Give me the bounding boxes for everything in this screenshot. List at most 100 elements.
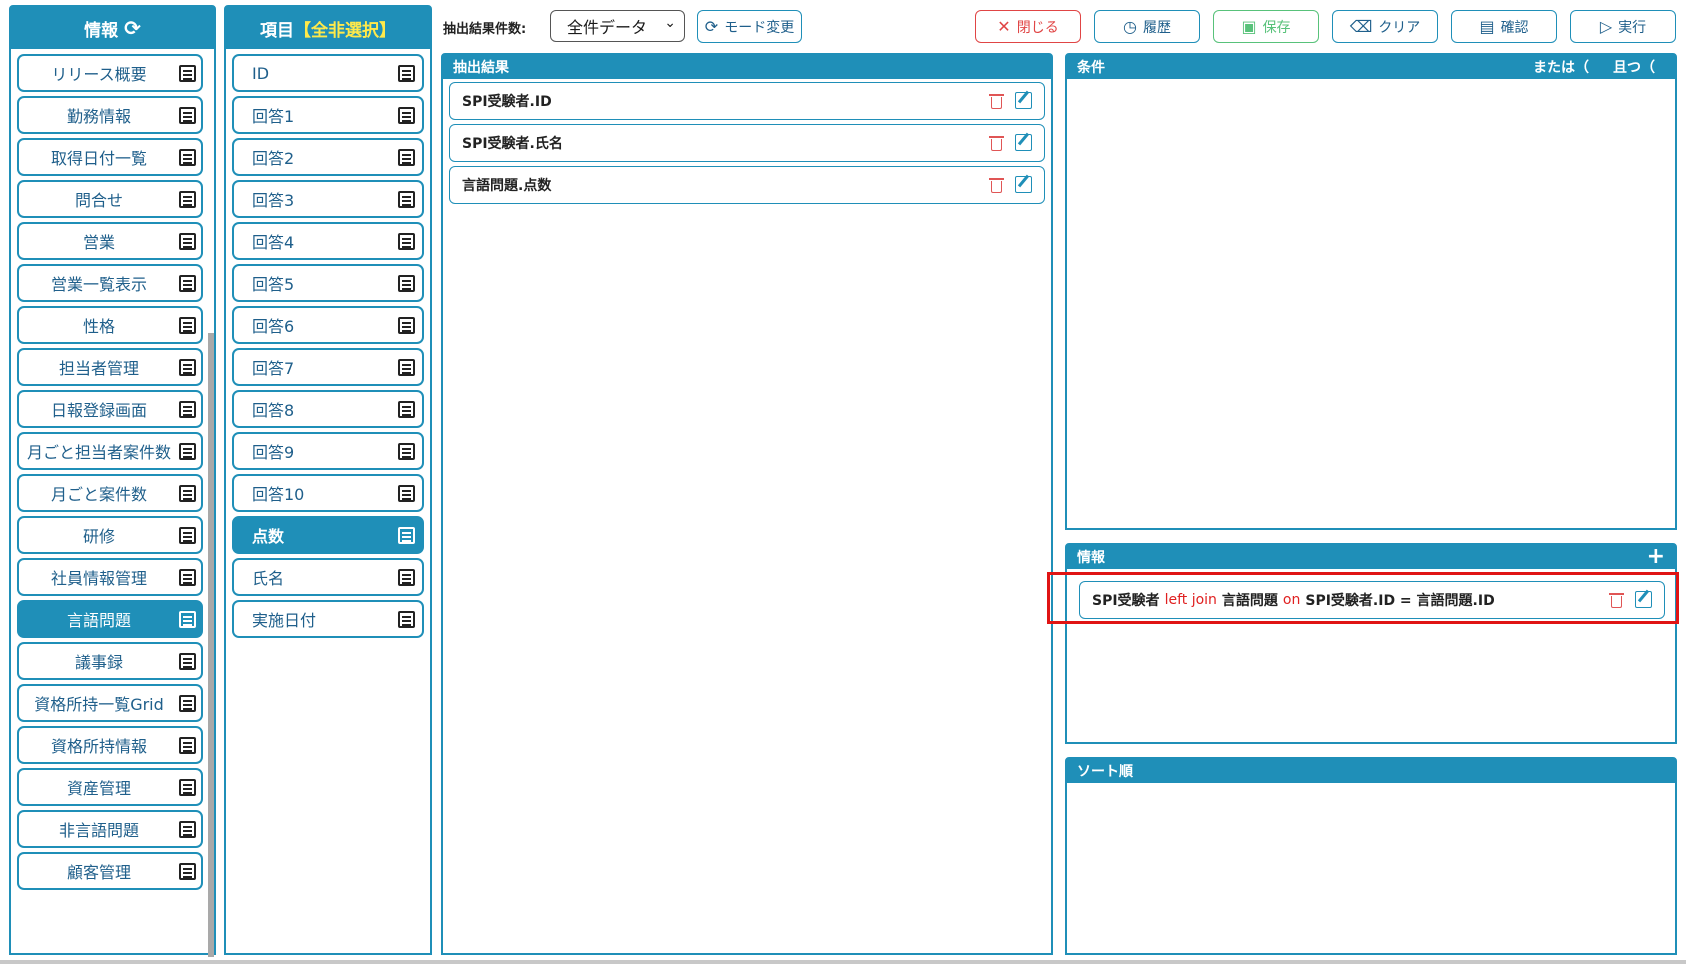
- table-list-item[interactable]: 研修: [17, 516, 203, 554]
- trash-icon[interactable]: [988, 92, 1005, 110]
- field-list-title: 項目: [260, 20, 294, 41]
- field-list-item[interactable]: 回答2: [232, 138, 424, 176]
- field-list-item[interactable]: 回答1: [232, 96, 424, 134]
- trash-icon[interactable]: [988, 134, 1005, 152]
- table-list-item[interactable]: リリース概要: [17, 54, 203, 92]
- add-icon[interactable]: +: [1647, 546, 1665, 568]
- table-list-item[interactable]: 問合せ: [17, 180, 203, 218]
- table-list-item[interactable]: 議事録: [17, 642, 203, 680]
- result-count-select[interactable]: 全件データ ⌄: [550, 10, 685, 42]
- table-list-item-label: リリース概要: [51, 65, 147, 84]
- field-list-item[interactable]: 回答10: [232, 474, 424, 512]
- table-list-item-label: 日報登録画面: [50, 401, 147, 420]
- extract-result-row[interactable]: 言語問題.点数: [449, 166, 1045, 204]
- document-icon: [179, 443, 196, 460]
- edit-icon[interactable]: [1015, 176, 1032, 193]
- clear-button[interactable]: ⌫ クリア: [1332, 10, 1438, 43]
- field-list-item[interactable]: 回答3: [232, 180, 424, 218]
- document-icon: [398, 191, 415, 208]
- deselect-all-link[interactable]: 【全非選択】: [294, 16, 396, 41]
- field-list-panel: 項目 【全非選択】 ID 回答1 回答2 回答3 回答4 回答5 回答6 回答7 回答8 回答9 回答…: [224, 5, 432, 955]
- close-button[interactable]: ✕ 閉じる: [975, 10, 1081, 43]
- sort-order-panel: ソート順: [1065, 757, 1677, 955]
- table-list-item-label: 議事録: [74, 653, 123, 672]
- run-button[interactable]: ▷ 実行: [1570, 10, 1676, 43]
- mode-change-button[interactable]: ⟳ モード変更: [697, 10, 802, 43]
- table-list-item-label: 非言語問題: [58, 821, 139, 840]
- result-count-value: 全件データ: [567, 18, 648, 37]
- field-list-item-label: 実施日付: [252, 611, 317, 630]
- field-list-item[interactable]: 回答9: [232, 432, 424, 470]
- field-list-item-label: 回答8: [252, 401, 295, 420]
- table-list-item[interactable]: 性格: [17, 306, 203, 344]
- and-group-button[interactable]: 且つ（: [1613, 57, 1655, 77]
- table-list-item[interactable]: 非言語問題: [17, 810, 203, 848]
- field-list-item-label: 回答7: [252, 359, 295, 378]
- confirm-button[interactable]: ▤ 確認: [1451, 10, 1557, 43]
- document-icon: [398, 569, 415, 586]
- table-list-item-label: 研修: [82, 527, 115, 546]
- field-list-item[interactable]: 回答8: [232, 390, 424, 428]
- table-list-item[interactable]: 顧客管理: [17, 852, 203, 890]
- document-icon: [179, 653, 196, 670]
- table-list-item[interactable]: 担当者管理: [17, 348, 203, 386]
- document-icon: [179, 863, 196, 880]
- table-list-scrollbar[interactable]: [208, 333, 214, 957]
- field-list-item[interactable]: 点数: [232, 516, 424, 554]
- document-icon: [179, 611, 196, 628]
- table-list-item[interactable]: 日報登録画面: [17, 390, 203, 428]
- document-icon: [398, 359, 415, 376]
- field-list-item[interactable]: 回答4: [232, 222, 424, 260]
- sort-order-header: ソート順: [1067, 759, 1675, 783]
- table-list-item[interactable]: 言語問題: [17, 600, 203, 638]
- save-button[interactable]: ▣ 保存: [1213, 10, 1319, 43]
- join-info-title: 情報: [1077, 550, 1105, 566]
- table-list-item-label: 資格所持情報: [50, 737, 147, 756]
- document-icon: [398, 65, 415, 82]
- join-info-header: 情報 +: [1067, 545, 1675, 569]
- field-list-item-label: 回答9: [252, 443, 295, 462]
- field-list-item-label: 回答5: [252, 275, 295, 294]
- extract-result-label: SPI受験者.ID: [462, 94, 552, 110]
- field-list-item[interactable]: ID: [232, 54, 424, 92]
- table-list-item-label: 月ごと担当者案件数: [26, 443, 171, 462]
- extract-result-row[interactable]: SPI受験者.ID: [449, 82, 1045, 120]
- extract-result-panel: 抽出結果 SPI受験者.ID SPI受験者.氏名 言語問題.点数: [441, 53, 1053, 955]
- field-list-item[interactable]: 回答5: [232, 264, 424, 302]
- field-list-item[interactable]: 氏名: [232, 558, 424, 596]
- table-list-item[interactable]: 資格所持情報: [17, 726, 203, 764]
- table-list-item[interactable]: 月ごと案件数: [17, 474, 203, 512]
- table-list-item-label: 担当者管理: [58, 359, 139, 378]
- table-list-item[interactable]: 取得日付一覧: [17, 138, 203, 176]
- table-list-item[interactable]: 資産管理: [17, 768, 203, 806]
- field-list-item[interactable]: 回答6: [232, 306, 424, 344]
- table-list-item[interactable]: 営業: [17, 222, 203, 260]
- history-button[interactable]: ◷ 履歴: [1094, 10, 1200, 43]
- document-icon: [398, 149, 415, 166]
- edit-icon[interactable]: [1015, 92, 1032, 109]
- field-list-item[interactable]: 実施日付: [232, 600, 424, 638]
- or-group-button[interactable]: または（: [1533, 57, 1589, 77]
- table-list-item[interactable]: 月ごと担当者案件数: [17, 432, 203, 470]
- edit-icon[interactable]: [1015, 134, 1032, 151]
- table-list-item[interactable]: 社員情報管理: [17, 558, 203, 596]
- document-icon: [179, 275, 196, 292]
- clock-icon: ◷: [1123, 17, 1137, 36]
- table-list-item[interactable]: 勤務情報: [17, 96, 203, 134]
- document-icon: [179, 107, 196, 124]
- broom-icon: ⌫: [1349, 17, 1373, 36]
- table-list-item-label: 営業一覧表示: [50, 275, 147, 294]
- mode-change-label: モード変更: [724, 19, 795, 36]
- table-list-item-label: 顧客管理: [66, 863, 131, 882]
- field-list-item[interactable]: 回答7: [232, 348, 424, 386]
- trash-icon[interactable]: [988, 176, 1005, 194]
- document-icon: [398, 443, 415, 460]
- table-list-item[interactable]: 営業一覧表示: [17, 264, 203, 302]
- extract-result-row[interactable]: SPI受験者.氏名: [449, 124, 1045, 162]
- save-label: 保存: [1262, 19, 1291, 36]
- table-list-item[interactable]: 資格所持一覧Grid: [17, 684, 203, 722]
- table-list-header: 情報 ⟳: [11, 7, 214, 49]
- close-label: 閉じる: [1016, 19, 1059, 36]
- document-icon: [179, 485, 196, 502]
- refresh-icon[interactable]: ⟳: [124, 16, 141, 40]
